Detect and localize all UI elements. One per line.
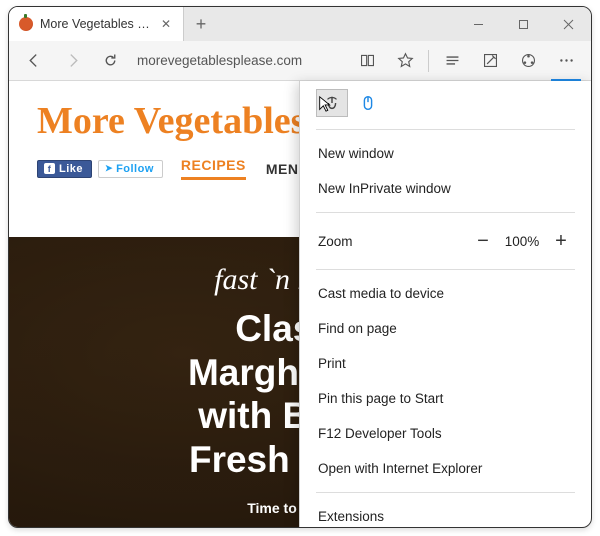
menu-divider — [316, 492, 575, 493]
titlebar: More Vegetables Please ✕ + — [9, 7, 591, 41]
menu-divider — [316, 129, 575, 130]
close-tab-icon[interactable]: ✕ — [157, 15, 175, 33]
share-icon[interactable] — [509, 42, 547, 80]
maximize-button[interactable] — [501, 7, 546, 41]
menu-print[interactable]: Print — [300, 346, 591, 381]
menu-open-ie[interactable]: Open with Internet Explorer — [300, 451, 591, 486]
zoom-out-button[interactable]: − — [467, 227, 499, 255]
menu-divider — [316, 212, 575, 213]
browser-window: More Vegetables Please ✕ + morevegetable… — [8, 6, 592, 528]
toolbar: morevegetablesplease.com — [9, 41, 591, 81]
menu-zoom-row: Zoom − 100% + — [300, 219, 591, 263]
menu-divider — [316, 269, 575, 270]
address-bar[interactable]: morevegetablesplease.com — [129, 53, 348, 68]
minimize-button[interactable] — [456, 7, 501, 41]
hub-icon[interactable] — [433, 42, 471, 80]
zoom-value: 100% — [499, 234, 545, 249]
reading-view-icon[interactable] — [348, 42, 386, 80]
menu-new-inprivate[interactable]: New InPrivate window — [300, 171, 591, 206]
back-button[interactable] — [15, 42, 53, 80]
menu-pin[interactable]: Pin this page to Start — [300, 381, 591, 416]
tab-title: More Vegetables Please — [40, 17, 150, 31]
mouse-input-icon[interactable] — [352, 89, 384, 117]
menu-cast[interactable]: Cast media to device — [300, 276, 591, 311]
favorite-star-icon[interactable] — [386, 42, 424, 80]
menu-devtools[interactable]: F12 Developer Tools — [300, 416, 591, 451]
browser-tab[interactable]: More Vegetables Please ✕ — [9, 7, 184, 41]
forward-button[interactable] — [53, 42, 91, 80]
more-menu-button[interactable] — [547, 42, 585, 80]
menu-new-window[interactable]: New window — [300, 136, 591, 171]
toolbar-separator — [428, 50, 429, 72]
favicon-tomato-icon — [19, 17, 33, 31]
menu-find[interactable]: Find on page — [300, 311, 591, 346]
zoom-label: Zoom — [318, 234, 467, 249]
nav-recipes[interactable]: RECIPES — [181, 157, 246, 180]
zoom-in-button[interactable]: + — [545, 227, 577, 255]
new-tab-button[interactable]: + — [184, 7, 218, 41]
touch-input-icon[interactable] — [316, 89, 348, 117]
more-menu-dropdown: New window New InPrivate window Zoom − 1… — [299, 81, 591, 527]
refresh-button[interactable] — [91, 42, 129, 80]
facebook-like-button[interactable]: Like — [37, 160, 92, 178]
web-note-icon[interactable] — [471, 42, 509, 80]
twitter-follow-button[interactable]: Follow — [98, 160, 163, 178]
menu-extensions[interactable]: Extensions — [300, 499, 591, 527]
close-window-button[interactable] — [546, 7, 591, 41]
input-mode-row — [300, 89, 591, 123]
